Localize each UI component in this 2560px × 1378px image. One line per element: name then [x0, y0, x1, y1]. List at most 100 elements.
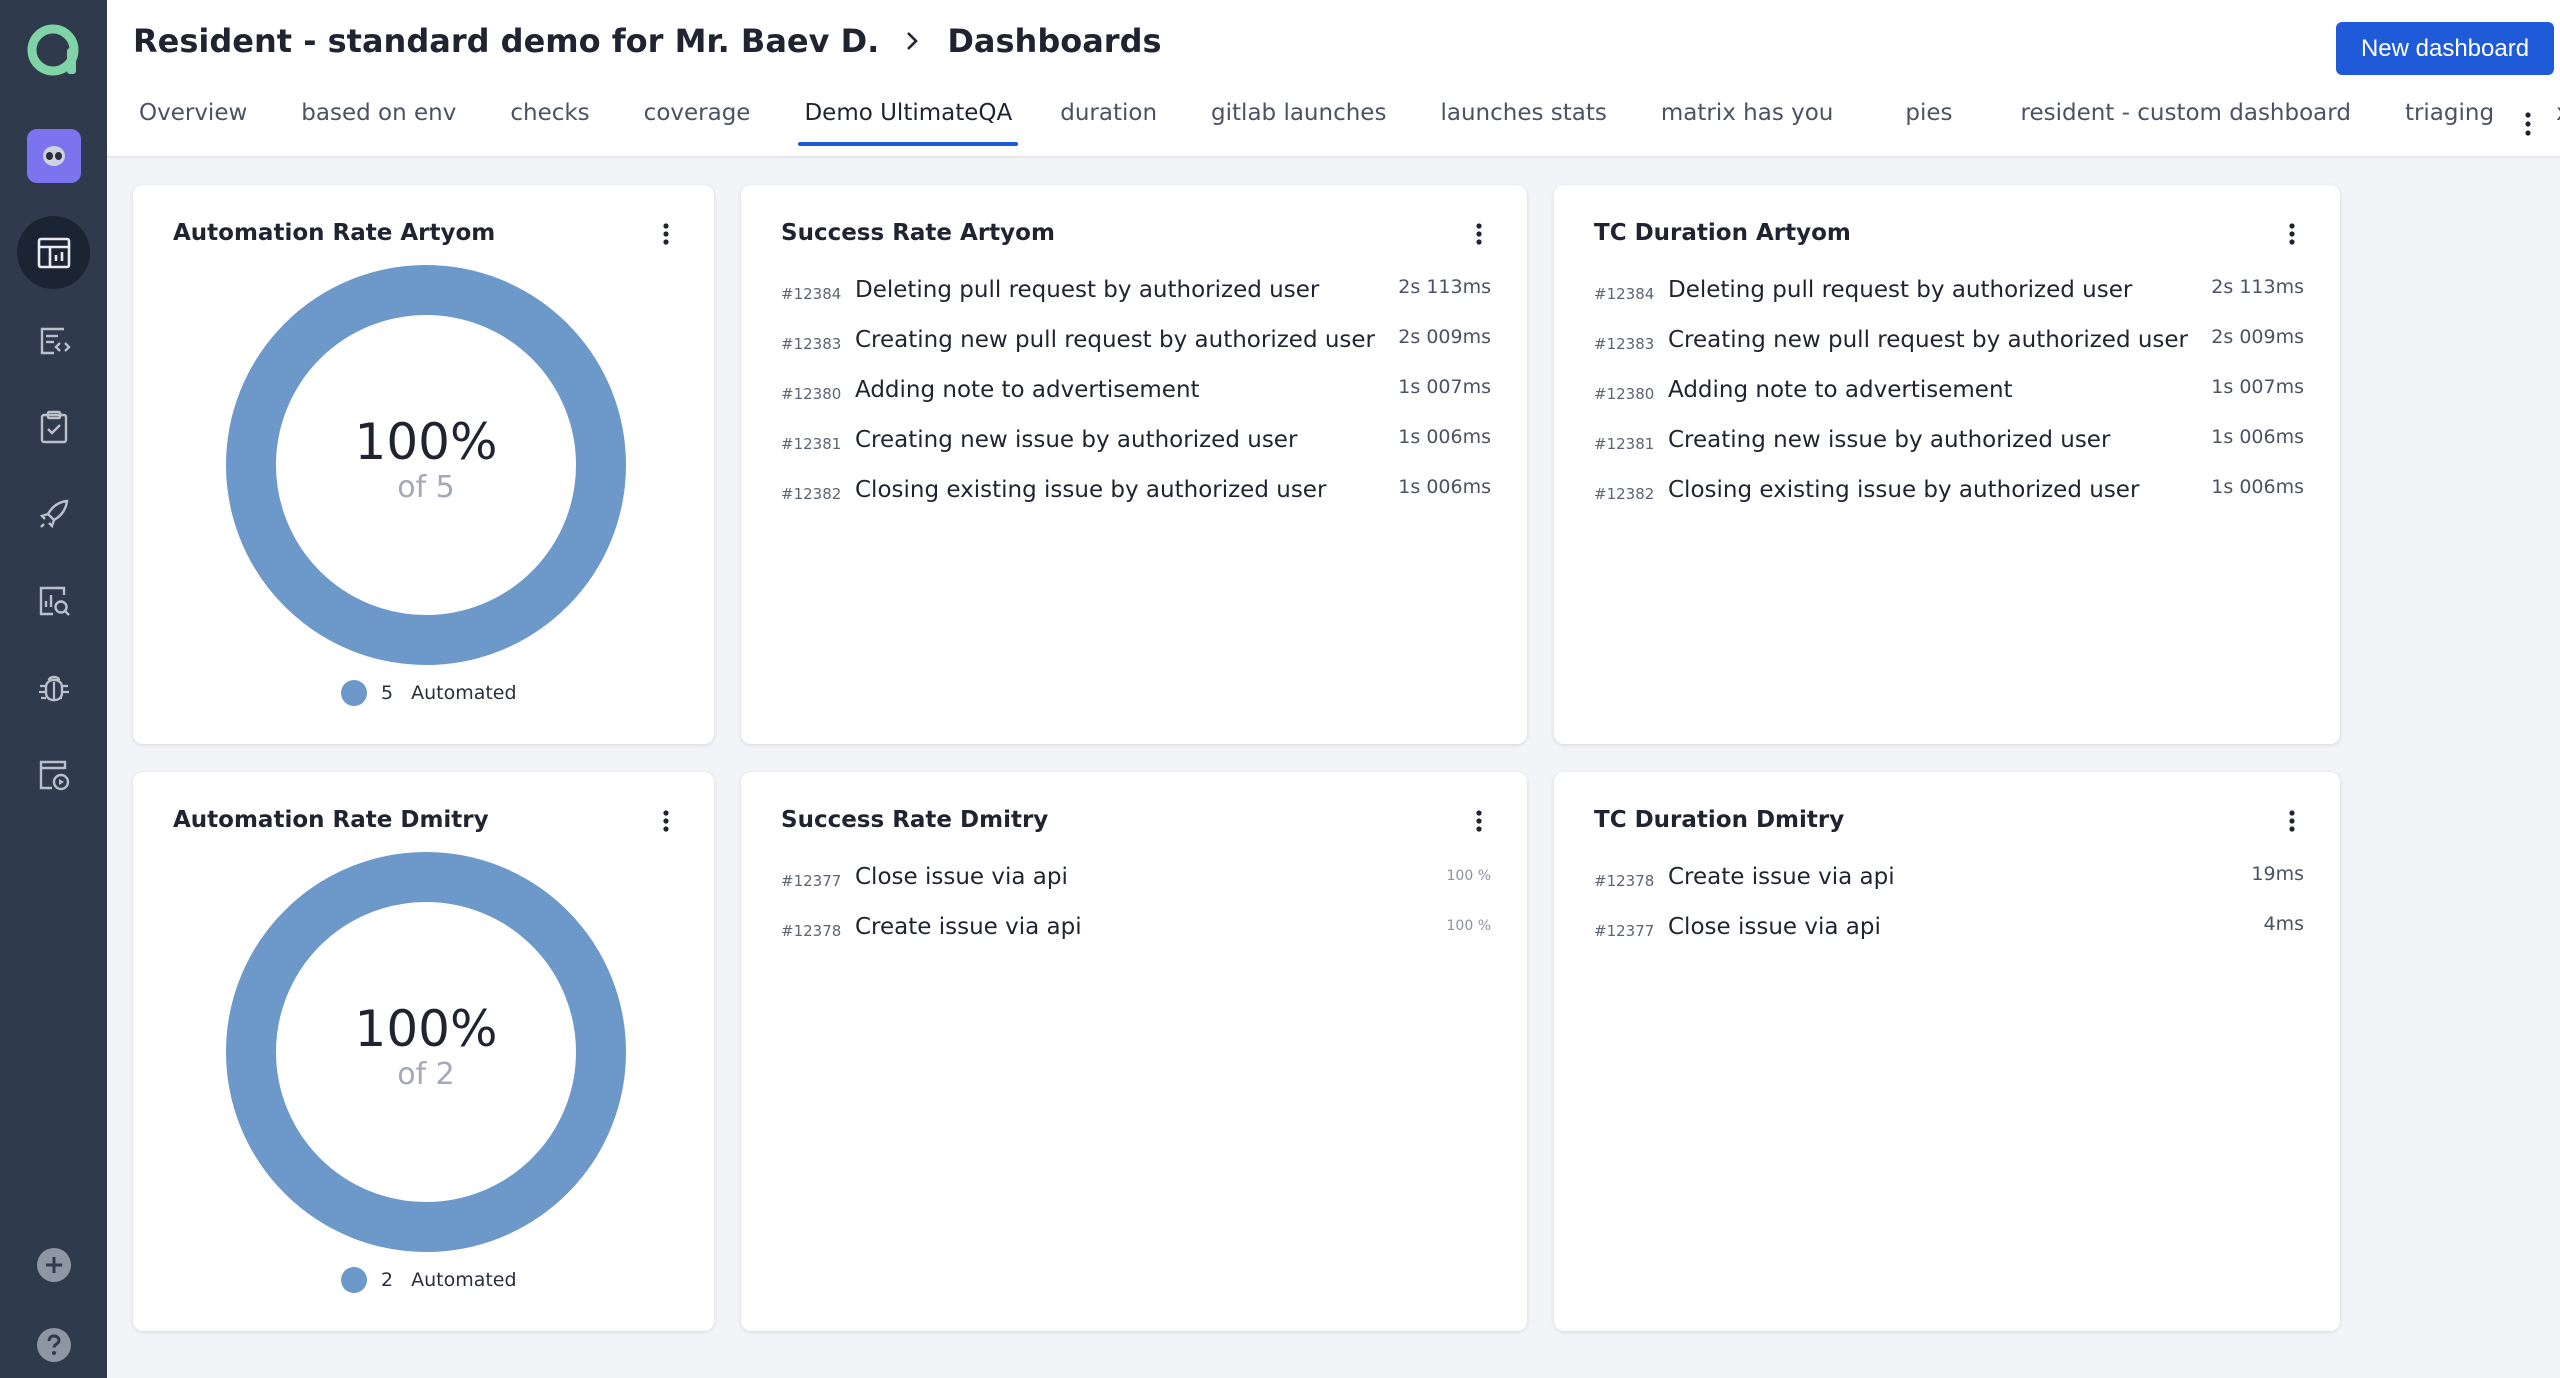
runs-icon[interactable]	[17, 738, 90, 811]
test-case-value: 2s 113ms	[1398, 276, 1491, 298]
test-case-name: Creating new pull request by authorized …	[1668, 327, 2189, 353]
list-item[interactable]: #12381 Creating new issue by authorized u…	[781, 423, 1491, 473]
test-case-duration: 19ms	[2251, 863, 2304, 885]
help-icon[interactable]	[17, 1315, 90, 1375]
list-item[interactable]: #12382 Closing existing issue by authoriz…	[781, 473, 1491, 523]
list-item[interactable]: #12378 Create issue via api 100 %	[781, 910, 1491, 960]
dashboard-tabs: Overview based on env checks coverage De…	[133, 100, 2560, 156]
logo-icon[interactable]	[25, 22, 81, 78]
tab-x5[interactable]: x5	[2550, 100, 2560, 148]
list-item[interactable]: #12383 Creating new pull request by autho…	[781, 323, 1491, 373]
tab-duration[interactable]: duration	[1054, 100, 1163, 148]
tab-launches-stats[interactable]: launches stats	[1434, 100, 1612, 148]
breadcrumb-project[interactable]: Resident - standard demo for Mr. Baev D.	[133, 22, 879, 60]
test-case-duration: 2s 009ms	[2211, 326, 2304, 348]
tab-overview[interactable]: Overview	[133, 100, 253, 148]
test-case-value: 2s 009ms	[1398, 326, 1491, 348]
success-rate-value: 100 %	[1446, 868, 1491, 884]
test-case-id: #12377	[781, 872, 842, 890]
analytics-icon[interactable]	[17, 564, 90, 637]
donut-total: of 5	[397, 470, 455, 505]
success-rate-value: 100 %	[1446, 918, 1491, 934]
tab-triaging[interactable]: triaging	[2399, 100, 2500, 148]
header: Resident - standard demo for Mr. Baev D.…	[107, 0, 2560, 158]
test-case-id: #12381	[781, 435, 842, 453]
list-item[interactable]: #12380 Adding note to advertisement 1s 007…	[1594, 373, 2304, 423]
launches-icon[interactable]	[17, 477, 90, 550]
widget-menu-icon[interactable]	[2284, 219, 2300, 249]
list-item[interactable]: #12383 Creating new pull request by autho…	[1594, 323, 2304, 373]
list-item[interactable]: #12377 Close issue via api 4ms	[1594, 910, 2304, 960]
widget-menu-icon[interactable]	[2284, 806, 2300, 836]
widget-title: TC Duration Dmitry	[1594, 807, 1845, 833]
widget-title: Automation Rate Dmitry	[173, 807, 489, 833]
tab-gitlab-launches[interactable]: gitlab launches	[1205, 100, 1392, 148]
test-case-name: Deleting pull request by authorized user	[855, 277, 1320, 303]
test-case-id: #12381	[1594, 435, 1655, 453]
widget-menu-icon[interactable]	[1471, 219, 1487, 249]
list-item[interactable]: #12381 Creating new issue by authorized u…	[1594, 423, 2304, 473]
page-title: Dashboards	[947, 22, 1162, 60]
list-item[interactable]: #12377 Close issue via api 100 %	[781, 860, 1491, 910]
tab-based-on-env[interactable]: based on env	[295, 100, 462, 148]
tab-checks[interactable]: checks	[504, 100, 595, 148]
defects-icon[interactable]	[17, 651, 90, 724]
legend-label: Automated	[411, 682, 517, 704]
test-case-duration: 1s 006ms	[2211, 426, 2304, 448]
list-item[interactable]: #12384 Deleting pull request by authorize…	[1594, 273, 2304, 323]
widget-menu-icon[interactable]	[658, 219, 674, 249]
test-case-name: Creating new issue by authorized user	[1668, 427, 2111, 453]
test-case-id: #12377	[1594, 922, 1655, 940]
widget-tc-duration-artyom: TC Duration Artyom #12384 Deleting pull r…	[1554, 185, 2340, 744]
list-item[interactable]: #12384 Deleting pull request by authorize…	[781, 273, 1491, 323]
test-case-name: Create issue via api	[855, 914, 1082, 940]
test-case-name: Deleting pull request by authorized user	[1668, 277, 2133, 303]
tab-demo-ultimateqa[interactable]: Demo UltimateQA	[798, 100, 1019, 148]
widget-menu-icon[interactable]	[1471, 806, 1487, 836]
legend-dot	[341, 680, 367, 706]
test-case-duration: 1s 006ms	[2211, 476, 2304, 498]
test-case-value: 1s 007ms	[1398, 376, 1491, 398]
list-item[interactable]: #12380 Adding note to advertisement 1s 007…	[781, 373, 1491, 423]
test-case-list: #12384 Deleting pull request by authorize…	[781, 273, 1491, 523]
test-case-value: 1s 006ms	[1398, 476, 1491, 498]
widget-success-rate-artyom: Success Rate Artyom #12384 Deleting pull …	[741, 185, 1527, 744]
test-cases-icon[interactable]	[17, 304, 90, 377]
test-case-id: #12383	[781, 335, 842, 353]
test-case-name: Create issue via api	[1668, 864, 1895, 890]
chart-legend[interactable]: 2 Automated	[341, 1267, 517, 1293]
legend-count: 5	[381, 682, 394, 704]
add-icon[interactable]	[17, 1228, 90, 1301]
widget-title: Success Rate Artyom	[781, 220, 1055, 246]
donut-percent: 100%	[354, 413, 498, 471]
new-dashboard-button[interactable]: New dashboard	[2336, 22, 2554, 75]
test-case-name: Close issue via api	[1668, 914, 1881, 940]
legend-dot	[341, 1267, 367, 1293]
legend-label: Automated	[411, 1269, 517, 1291]
donut-total: of 2	[397, 1057, 455, 1092]
avatar[interactable]	[27, 129, 81, 183]
test-case-list: #12384 Deleting pull request by authorize…	[1594, 273, 2304, 523]
list-item[interactable]: #12382 Closing existing issue by authoriz…	[1594, 473, 2304, 523]
tab-matrix-has-you[interactable]: matrix has you	[1655, 100, 1840, 148]
test-case-value: 1s 006ms	[1398, 426, 1491, 448]
test-case-list: #12378 Create issue via api 19ms #12377 Clo…	[1594, 860, 2304, 960]
test-plans-icon[interactable]	[17, 390, 90, 463]
tab-pies[interactable]: pies	[1899, 100, 1958, 148]
tab-resident-custom-dashboard[interactable]: resident - custom dashboard	[2015, 100, 2357, 148]
tab-coverage[interactable]: coverage	[638, 100, 757, 148]
test-case-id: #12378	[1594, 872, 1655, 890]
dashboard-icon[interactable]	[17, 216, 90, 289]
more-vertical-icon[interactable]	[2518, 106, 2538, 142]
test-case-id: #12380	[1594, 385, 1655, 403]
widget-menu-icon[interactable]	[658, 806, 674, 836]
test-case-name: Adding note to advertisement	[1668, 377, 2013, 403]
test-case-name: Creating new issue by authorized user	[855, 427, 1298, 453]
chevron-right-icon	[907, 32, 919, 50]
chart-legend[interactable]: 5 Automated	[341, 680, 517, 706]
test-case-name: Creating new pull request by authorized …	[855, 327, 1376, 353]
test-case-id: #12383	[1594, 335, 1655, 353]
list-item[interactable]: #12378 Create issue via api 19ms	[1594, 860, 2304, 910]
widget-title: Automation Rate Artyom	[173, 220, 496, 246]
widget-success-rate-dmitry: Success Rate Dmitry #12377 Close issue vi…	[741, 772, 1527, 1331]
